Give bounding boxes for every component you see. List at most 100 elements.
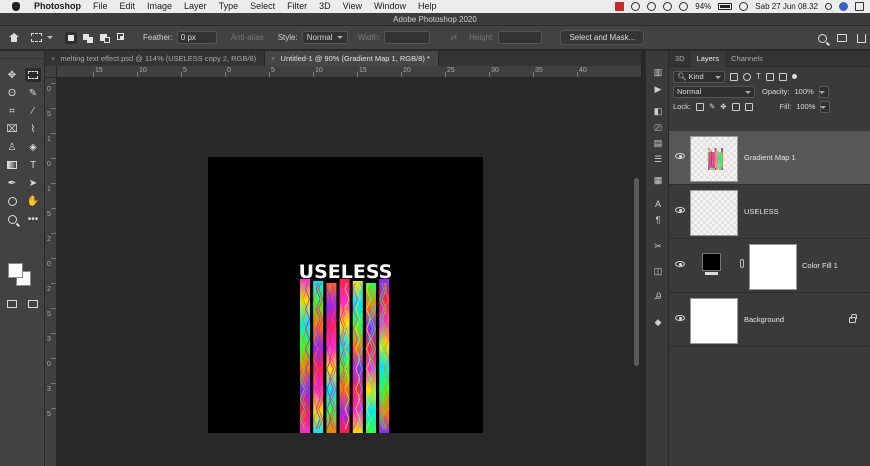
lock-pixels-icon[interactable]: ✎ bbox=[709, 102, 715, 111]
filter-toggle-icon[interactable] bbox=[791, 74, 797, 79]
chevron-down-icon[interactable] bbox=[47, 36, 53, 39]
keyboard-icon[interactable] bbox=[739, 2, 749, 11]
volume-icon[interactable] bbox=[679, 2, 689, 11]
screen-mode-icon[interactable] bbox=[25, 297, 41, 311]
layer-name[interactable]: Gradient Map 1 bbox=[744, 153, 796, 162]
horizontal-ruler[interactable]: 15 10 5 0 5 10 15 20 25 30 35 40 bbox=[57, 66, 641, 78]
layer-useless[interactable]: USELESS bbox=[669, 185, 870, 239]
vertical-ruler[interactable]: 05101520253035 bbox=[45, 66, 57, 466]
layer-gradient-map-1[interactable]: Gradient Map 1 bbox=[669, 131, 870, 185]
play-actions-icon[interactable]: ▶ bbox=[652, 84, 664, 95]
subtract-from-selection-button[interactable] bbox=[99, 32, 111, 44]
type-filter-icon[interactable]: T bbox=[756, 72, 761, 81]
kind-filter-dropdown[interactable]: 🔍︎ Kind bbox=[673, 70, 725, 83]
ruler-origin[interactable] bbox=[45, 66, 57, 78]
quick-selection-tool-icon[interactable]: ✎ bbox=[25, 86, 41, 100]
menu-window[interactable]: Window bbox=[368, 0, 412, 13]
smart-object-filter-icon[interactable] bbox=[778, 72, 787, 81]
tab-untitled-1[interactable]: × Untitled-1 @ 90% (Gradient Map 1, RGB/8… bbox=[265, 51, 439, 66]
feather-input[interactable]: 0 px bbox=[176, 31, 217, 44]
layer-name[interactable]: Color Fill 1 bbox=[802, 261, 838, 270]
marquee-tool-icon[interactable] bbox=[25, 68, 41, 82]
menu-edit[interactable]: Edit bbox=[114, 0, 142, 13]
tab-melting-text-effect[interactable]: × melting text effect.psd @ 114% (USELESS… bbox=[45, 51, 266, 66]
siri-icon[interactable] bbox=[839, 2, 848, 11]
swatches-icon[interactable]: ▦ bbox=[652, 175, 664, 186]
apple-icon[interactable] bbox=[12, 2, 20, 11]
opacity-dropdown[interactable] bbox=[818, 85, 829, 98]
move-tool-icon[interactable]: ✥ bbox=[4, 68, 20, 82]
share-icon[interactable] bbox=[857, 33, 866, 43]
clone-stamp-tool-icon[interactable]: ♙ bbox=[4, 140, 20, 154]
rectangular-marquee-icon[interactable] bbox=[31, 33, 42, 42]
select-and-mask-button[interactable]: Select and Mask... bbox=[560, 30, 645, 45]
swap-dimensions-icon[interactable]: ⇄ bbox=[450, 33, 457, 42]
spotlight-icon[interactable] bbox=[825, 3, 832, 10]
path-selection-tool-icon[interactable]: ➤ bbox=[25, 176, 41, 190]
pixel-filter-icon[interactable] bbox=[730, 72, 738, 81]
visibility-eye-icon[interactable] bbox=[675, 315, 685, 321]
layer-name[interactable]: Background bbox=[744, 315, 784, 324]
style-dropdown[interactable]: Normal bbox=[301, 31, 348, 44]
foreground-color-swatch[interactable] bbox=[8, 263, 23, 278]
menu-3d[interactable]: 3D bbox=[313, 0, 337, 13]
opacity-value[interactable]: 100% bbox=[795, 87, 814, 96]
quick-mask-icon[interactable] bbox=[4, 297, 20, 311]
brush-settings-icon[interactable]: ◆ bbox=[652, 317, 664, 328]
healing-brush-tool-icon[interactable]: ⌧ bbox=[4, 122, 20, 136]
libraries-icon[interactable]: ☰ bbox=[652, 154, 664, 165]
lock-transparent-icon[interactable] bbox=[695, 102, 704, 111]
pen-tool-icon[interactable]: ✒ bbox=[4, 176, 20, 190]
adjustment-filter-icon[interactable] bbox=[743, 72, 751, 81]
character-icon[interactable]: A bbox=[652, 199, 664, 210]
clone-source-icon[interactable]: ◫ bbox=[652, 266, 664, 277]
paragraph-icon[interactable]: ¶ bbox=[652, 215, 664, 226]
link-chain-icon[interactable] bbox=[740, 259, 744, 268]
home-icon[interactable] bbox=[9, 33, 19, 42]
tab-layers[interactable]: Layers bbox=[690, 50, 726, 67]
tool-presets-icon[interactable]: ✂ bbox=[652, 241, 664, 252]
sync-icon[interactable] bbox=[631, 2, 641, 11]
close-icon[interactable]: × bbox=[271, 54, 275, 63]
menu-help[interactable]: Help bbox=[412, 0, 443, 13]
menu-filter[interactable]: Filter bbox=[281, 0, 313, 13]
shape-tool-icon[interactable] bbox=[4, 194, 20, 208]
lock-all-icon[interactable] bbox=[744, 102, 753, 111]
document-canvas[interactable]: USELESS bbox=[208, 157, 483, 433]
fill-value[interactable]: 100% bbox=[796, 102, 815, 111]
more-tools-icon[interactable]: ••• bbox=[25, 212, 41, 226]
layer-name[interactable]: USELESS bbox=[744, 207, 779, 216]
toolbar-grip[interactable] bbox=[0, 51, 45, 59]
adjustments-icon[interactable]: ◧ bbox=[652, 106, 664, 117]
crop-tool-icon[interactable]: ⌗ bbox=[4, 104, 20, 118]
intersect-selection-button[interactable] bbox=[116, 32, 128, 44]
layer-background[interactable]: Background bbox=[669, 293, 870, 347]
hand-tool-icon[interactable]: ✋ bbox=[25, 194, 41, 208]
visibility-eye-icon[interactable] bbox=[675, 153, 685, 159]
properties-icon[interactable]: ▤ bbox=[652, 138, 664, 149]
visibility-eye-icon[interactable] bbox=[675, 207, 685, 213]
record-icon[interactable] bbox=[615, 2, 625, 11]
menu-type[interactable]: Type bbox=[213, 0, 245, 13]
menu-photoshop[interactable]: Photoshop bbox=[28, 0, 87, 13]
time-machine-icon[interactable] bbox=[647, 2, 657, 11]
layer-comps-icon[interactable]: ⎚ bbox=[652, 123, 664, 134]
anti-alias-checkbox[interactable]: Anti-alias bbox=[231, 33, 264, 42]
close-icon[interactable]: × bbox=[51, 54, 55, 63]
width-input[interactable] bbox=[384, 31, 431, 44]
zoom-tool-icon[interactable] bbox=[4, 212, 20, 226]
battery-icon[interactable] bbox=[718, 3, 733, 10]
new-selection-button[interactable] bbox=[65, 31, 77, 44]
tab-3d[interactable]: 3D bbox=[669, 51, 691, 67]
blend-mode-dropdown[interactable]: Normal bbox=[673, 85, 755, 98]
layer-thumbnail[interactable] bbox=[690, 136, 738, 182]
workspace-icon[interactable] bbox=[837, 34, 847, 42]
eraser-tool-icon[interactable]: ◈ bbox=[25, 140, 41, 154]
search-icon[interactable] bbox=[818, 33, 827, 43]
visibility-eye-icon[interactable] bbox=[675, 261, 685, 267]
color-fill-thumbnail[interactable] bbox=[702, 253, 721, 275]
menu-file[interactable]: File bbox=[87, 0, 114, 13]
vertical-scrollbar[interactable] bbox=[634, 178, 639, 366]
layer-thumbnail[interactable] bbox=[690, 298, 738, 344]
menu-clock[interactable]: Sab 27 Jun 08.32 bbox=[755, 2, 818, 11]
